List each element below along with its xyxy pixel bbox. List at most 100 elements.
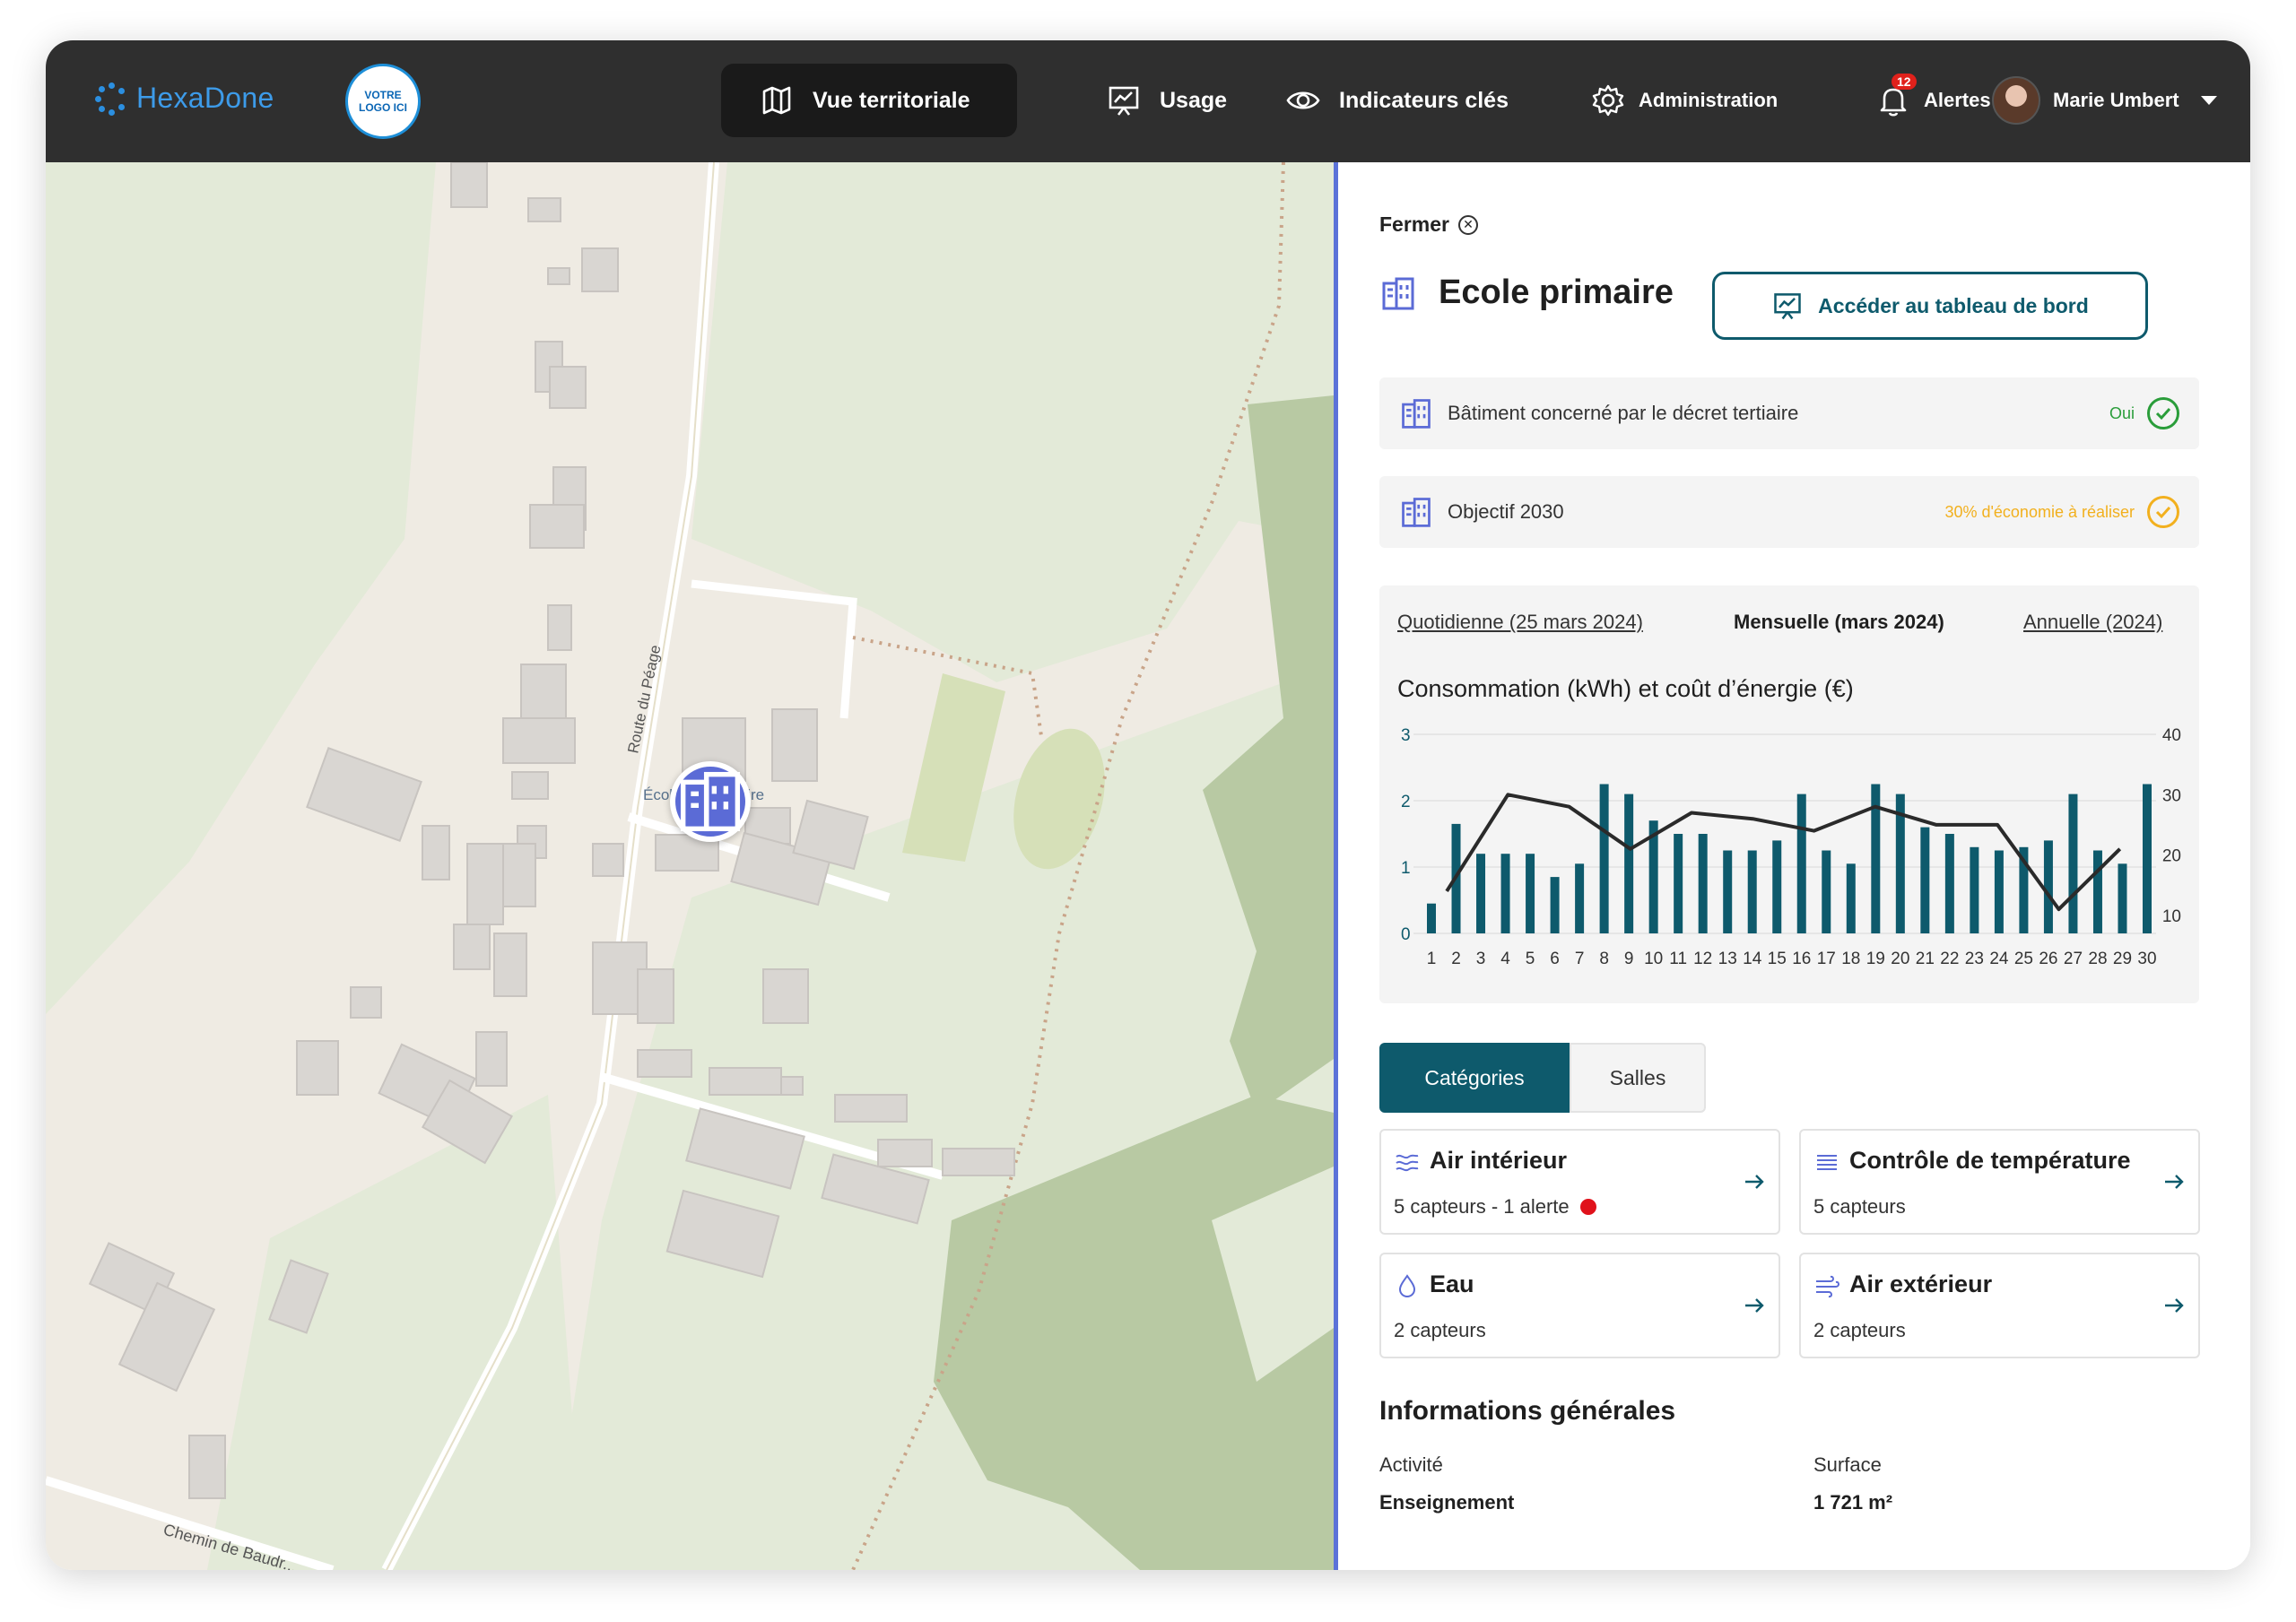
x-tick-label: 16 (1792, 950, 1811, 968)
arrow-right-icon (1745, 1175, 1764, 1189)
x-tick-label: 9 (1624, 950, 1634, 968)
logo-text-1: VOTRE (364, 89, 402, 101)
nav-label: Vue territoriale (813, 87, 970, 113)
x-tick-label: 28 (2088, 950, 2107, 968)
y-right-tick-label: 10 (2162, 907, 2181, 926)
card-sub-text: 5 capteurs - 1 alerte (1394, 1195, 1570, 1218)
close-button[interactable]: Fermer ✕ (1379, 213, 1478, 237)
x-tick-label: 4 (1500, 950, 1510, 968)
building-icon (680, 771, 741, 832)
x-tick-label: 11 (1669, 950, 1687, 968)
category-card-eau[interactable]: Eau 2 capteurs (1379, 1253, 1780, 1358)
chart-plot: 0123102030401 2 3 4 5 6 7 8 9 10 11 12 13 14 15 16 17 18 1… (1401, 726, 2181, 968)
building-map-pin[interactable] (670, 761, 751, 842)
x-tick-label: 2 (1451, 950, 1461, 968)
y-left-tick-label: 3 (1401, 726, 1411, 745)
x-tick-label: 6 (1550, 950, 1560, 968)
category-card-temperature[interactable]: Contrôle de température 5 capteurs (1799, 1129, 2200, 1235)
nav-indicateurs[interactable]: Indicateurs clés (1248, 64, 1546, 137)
card-title: Contrôle de température (1849, 1147, 2131, 1174)
chart-bar (1674, 834, 1683, 933)
arrow-right-icon (1745, 1298, 1764, 1313)
user-menu[interactable]: Marie Umbert (1992, 64, 2217, 137)
chart-bar (1747, 850, 1757, 933)
chart-bar (1624, 794, 1634, 933)
x-tick-label: 23 (1965, 950, 1984, 968)
client-logo: VOTRE LOGO ICI (345, 64, 421, 139)
nav-usage[interactable]: Usage (1068, 64, 1265, 137)
surface-label: Surface (1813, 1453, 1882, 1476)
brand-name: HexaDone (136, 82, 274, 114)
x-tick-label: 18 (1841, 950, 1860, 968)
bell-wrap: 12 (1875, 74, 1917, 118)
user-name: Marie Umbert (2053, 89, 2179, 111)
chart-bar (1599, 784, 1609, 933)
wind-icon (1396, 1154, 1419, 1172)
x-tick-label: 15 (1768, 950, 1787, 968)
tab-salles[interactable]: Salles (1570, 1043, 1706, 1113)
map-green-area (46, 162, 436, 1014)
x-tick-label: 29 (2113, 950, 2132, 968)
x-tick-label: 13 (1718, 950, 1737, 968)
tab-categories[interactable]: Catégories (1379, 1043, 1570, 1113)
building-icon (1402, 498, 1431, 527)
x-tick-label: 8 (1599, 950, 1609, 968)
decret-label: Bâtiment concerné par le décret tertiair… (1448, 402, 1799, 424)
surface-value: 1 721 m² (1813, 1491, 1893, 1514)
nav-administration[interactable]: Administration (1590, 64, 1778, 137)
map-green-area (691, 162, 1334, 682)
card-title: Air intérieur (1430, 1147, 1568, 1174)
x-tick-label: 10 (1644, 950, 1663, 968)
objectif-value: 30% d'économie à réaliser (1944, 502, 2135, 521)
app-window: HexaDone VOTRE LOGO ICI Vue territoriale… (46, 40, 2250, 1570)
chart-bar (2092, 850, 2102, 933)
check-circle-icon (2147, 397, 2179, 429)
nav-label: Alertes (1924, 89, 1991, 111)
chart-bar (1500, 854, 1510, 933)
building-icon (1382, 277, 1414, 309)
brand[interactable]: HexaDone (95, 82, 274, 116)
consumption-chart: Quotidienne (25 mars 2024) Mensuelle (ma… (1379, 585, 2199, 1003)
decret-value: Oui (2109, 403, 2135, 422)
x-tick-label: 19 (1866, 950, 1885, 968)
x-tick-label: 26 (2039, 950, 2057, 968)
arrow-right-icon (2165, 1175, 2184, 1189)
x-tick-label: 1 (1427, 950, 1437, 968)
nav-alertes[interactable]: 12 Alertes (1875, 64, 1991, 137)
check-circle-icon (2147, 496, 2179, 528)
chart-bar (1526, 854, 1535, 933)
map-view[interactable]: Route du Péage Chemin de Baudr... École … (46, 162, 1334, 1570)
x-tick-label: 14 (1743, 950, 1762, 968)
card-sub: 5 capteurs - 1 alerte (1394, 1195, 1596, 1219)
eye-icon (1286, 91, 1320, 109)
map-icon (762, 86, 791, 115)
activite-value: Enseignement (1379, 1491, 1515, 1514)
alert-count-badge: 12 (1892, 74, 1917, 90)
chart-bar (1970, 846, 1979, 933)
chart-bar (1846, 863, 1856, 933)
building-icon (1402, 399, 1431, 429)
x-tick-label: 3 (1476, 950, 1486, 968)
chart-bar (2068, 794, 2078, 933)
chart-bar (1944, 834, 1954, 933)
chevron-down-icon (2200, 96, 2217, 105)
chart-bar (1822, 850, 1831, 933)
arrow-right-icon (2165, 1298, 2184, 1313)
dashboard-button[interactable]: Accéder au tableau de bord (1712, 272, 2148, 340)
decret-row: Bâtiment concerné par le décret tertiair… (1379, 377, 2199, 449)
chart-bar (1476, 854, 1486, 933)
category-card-air-interieur[interactable]: Air intérieur 5 capteurs - 1 alerte (1379, 1129, 1780, 1235)
chart-bar (1575, 863, 1585, 933)
dashboard-button-label: Accéder au tableau de bord (1818, 293, 2089, 317)
y-left-tick-label: 0 (1401, 925, 1411, 944)
category-card-air-exterieur[interactable]: Air extérieur 2 capteurs (1799, 1253, 2200, 1358)
y-right-tick-label: 30 (2162, 786, 2181, 805)
nav-vue-territoriale[interactable]: Vue territoriale (721, 64, 1017, 137)
x-tick-label: 22 (1940, 950, 1959, 968)
chart-bar (1796, 794, 1806, 933)
objectif-label: Objectif 2030 (1448, 500, 1564, 523)
presentation-chart-icon (1109, 86, 1139, 116)
close-label: Fermer (1379, 213, 1449, 236)
chart-bar (1427, 903, 1436, 933)
objectif-row: Objectif 2030 30% d'économie à réaliser (1379, 476, 2199, 548)
